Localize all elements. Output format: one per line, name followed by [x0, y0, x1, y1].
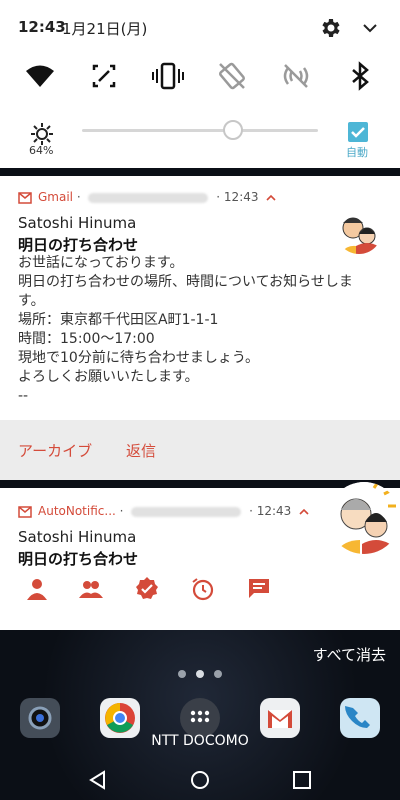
- avatar: [336, 208, 382, 254]
- auto-brightness-checkbox[interactable]: [348, 122, 368, 142]
- avatar: [328, 482, 400, 554]
- navigation-bar: [0, 760, 400, 800]
- account-email-blurred: [131, 506, 242, 517]
- notification-actions: アーカイブ 返信: [0, 420, 400, 480]
- gear-icon[interactable]: [318, 16, 342, 40]
- gmail-icon: [18, 191, 32, 204]
- notification-icon-actions: [0, 576, 400, 606]
- gmail-icon[interactable]: [260, 698, 300, 738]
- brightness-slider[interactable]: [82, 129, 318, 132]
- carrier-label: NTT DOCOMO: [151, 733, 249, 749]
- quick-settings-panel: 12:43 1月21日(月) 64% 自動: [0, 0, 400, 168]
- sender-name: Satoshi Hinuma: [18, 528, 137, 546]
- apps-icon[interactable]: [180, 698, 220, 738]
- chrome-icon[interactable]: [100, 698, 140, 738]
- brightness-percent: 64%: [29, 144, 54, 157]
- notification-time: 12:43: [256, 504, 292, 518]
- notification-header: Gmail · · 12:43: [18, 190, 276, 208]
- wifi-icon[interactable]: [22, 58, 58, 94]
- app-name: AutoNotific...: [38, 504, 116, 518]
- brightness-icon: [31, 123, 53, 145]
- email-subject: 明日の打ち合わせ: [18, 236, 139, 254]
- autonotification-notification[interactable]: AutoNotific... · · 12:43 Satoshi Hinuma …: [0, 482, 400, 630]
- page-dot: [178, 670, 186, 678]
- brightness-row: 64% 自動: [0, 116, 400, 166]
- email-body: お世話になっております。 明日の打ち合わせの場所、時間についてお知らせします。 …: [18, 255, 353, 404]
- camera-icon[interactable]: [20, 698, 60, 738]
- date: 1月21日(月): [62, 20, 148, 38]
- status-row: 12:43 1月21日(月): [0, 10, 400, 44]
- chevron-up-icon[interactable]: [266, 193, 276, 203]
- auto-rotate-off-icon[interactable]: [214, 58, 250, 94]
- check-icon: [351, 127, 365, 138]
- gmail-icon: [18, 505, 32, 518]
- page-dot: [214, 670, 222, 678]
- brightness-thumb[interactable]: [223, 120, 244, 140]
- account-email-blurred: [88, 192, 209, 203]
- reply-button[interactable]: 返信: [126, 440, 156, 461]
- nfc-off-icon[interactable]: [278, 58, 314, 94]
- phone-icon[interactable]: [340, 698, 380, 738]
- page-dot: [196, 670, 204, 678]
- clear-all-button[interactable]: すべて消去: [313, 644, 386, 665]
- archive-button[interactable]: アーカイブ: [18, 440, 92, 461]
- back-icon[interactable]: [86, 768, 110, 792]
- clock: 12:43: [18, 18, 66, 36]
- bluetooth-icon[interactable]: [342, 58, 378, 94]
- person-icon[interactable]: [24, 576, 50, 602]
- people-icon[interactable]: [78, 576, 104, 602]
- verified-icon[interactable]: [134, 576, 160, 602]
- auto-brightness-label: 自動: [346, 146, 368, 159]
- home-screen: すべて消去 NTT DOCOMO: [0, 630, 400, 800]
- screen-capture-icon[interactable]: [86, 58, 122, 94]
- recents-icon[interactable]: [290, 768, 314, 792]
- home-icon[interactable]: [188, 768, 212, 792]
- snooze-icon[interactable]: [190, 576, 216, 602]
- chevron-up-icon[interactable]: [299, 507, 309, 517]
- notification-header: AutoNotific... · · 12:43: [18, 504, 309, 522]
- vibrate-icon[interactable]: [150, 58, 186, 94]
- app-name: Gmail: [38, 190, 74, 204]
- sender-name: Satoshi Hinuma: [18, 214, 137, 232]
- chat-icon[interactable]: [246, 576, 272, 602]
- email-subject: 明日の打ち合わせ: [18, 550, 139, 568]
- quick-tiles: [0, 58, 400, 94]
- chevron-down-icon[interactable]: [360, 18, 380, 38]
- page-indicator: [178, 670, 228, 680]
- notification-time: 12:43: [223, 190, 259, 204]
- gmail-notification[interactable]: Gmail · · 12:43 Satoshi Hinuma 明日の打ち合わせ …: [0, 176, 400, 420]
